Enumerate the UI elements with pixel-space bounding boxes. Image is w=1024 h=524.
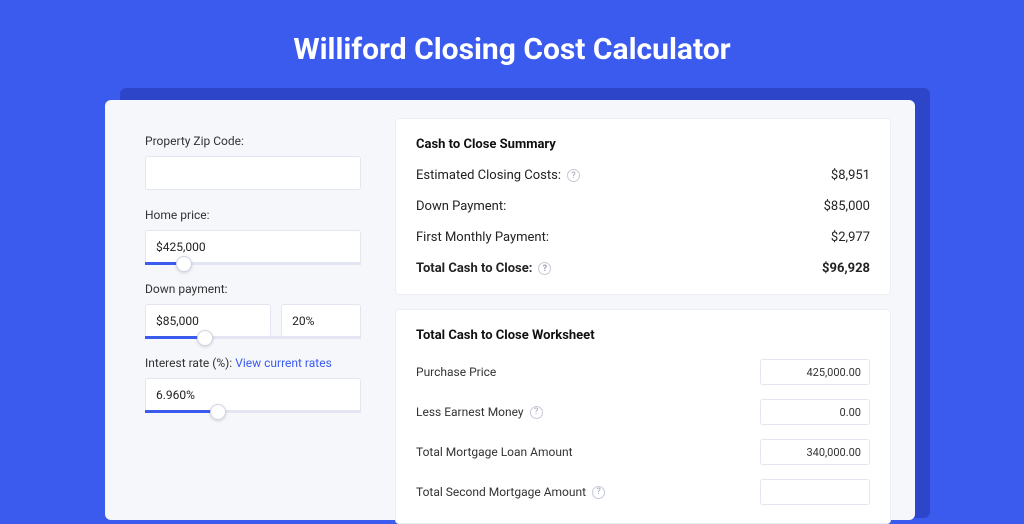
zip-field: Property Zip Code: (145, 134, 361, 190)
slider-fill (145, 410, 218, 413)
help-icon[interactable]: ? (567, 169, 580, 182)
worksheet-input[interactable] (760, 359, 870, 385)
worksheet-row-second-mortgage: Total Second Mortgage Amount ? (416, 479, 870, 505)
down-payment-field: Down payment: (145, 282, 361, 338)
worksheet-label: Purchase Price (416, 365, 496, 379)
summary-value: $85,000 (824, 199, 870, 214)
home-price-label: Home price: (145, 208, 361, 222)
summary-value: $96,928 (822, 261, 870, 276)
worksheet-panel: Total Cash to Close Worksheet Purchase P… (395, 309, 891, 524)
interest-rate-input[interactable] (145, 378, 361, 412)
worksheet-title: Total Cash to Close Worksheet (416, 328, 870, 343)
worksheet-input[interactable] (760, 479, 870, 505)
page-title: Williford Closing Cost Calculator (0, 0, 1024, 67)
home-price-field: Home price: (145, 208, 361, 264)
worksheet-row-loan-amount: Total Mortgage Loan Amount (416, 439, 870, 465)
summary-row-total: Total Cash to Close: ? $96,928 (416, 261, 870, 276)
summary-title: Cash to Close Summary (416, 137, 870, 152)
summary-label: Estimated Closing Costs: (416, 168, 561, 183)
interest-rate-slider[interactable] (145, 378, 361, 412)
summary-panel: Cash to Close Summary Estimated Closing … (395, 118, 891, 295)
slider-thumb[interactable] (176, 256, 192, 272)
down-payment-label: Down payment: (145, 282, 361, 296)
interest-rate-field: Interest rate (%): View current rates (145, 356, 361, 412)
zip-input[interactable] (145, 156, 361, 190)
input-sidebar: Property Zip Code: Home price: Down paym… (105, 100, 385, 520)
home-price-slider[interactable] (145, 230, 361, 264)
worksheet-row-earnest-money: Less Earnest Money ? (416, 399, 870, 425)
worksheet-label: Total Second Mortgage Amount (416, 485, 586, 499)
results-column: Cash to Close Summary Estimated Closing … (385, 100, 915, 520)
interest-rate-label: Interest rate (%): View current rates (145, 356, 361, 370)
zip-label: Property Zip Code: (145, 134, 361, 148)
slider-thumb[interactable] (197, 330, 213, 346)
down-payment-pct-input[interactable] (281, 304, 361, 338)
down-payment-slider[interactable] (145, 304, 361, 338)
slider-thumb[interactable] (210, 404, 226, 420)
help-icon[interactable]: ? (592, 486, 605, 499)
summary-label: Total Cash to Close: (416, 261, 532, 276)
worksheet-label: Less Earnest Money (416, 405, 524, 419)
slider-fill (145, 336, 205, 339)
summary-row-first-payment: First Monthly Payment: $2,977 (416, 230, 870, 245)
help-icon[interactable]: ? (538, 262, 551, 275)
worksheet-label: Total Mortgage Loan Amount (416, 445, 573, 459)
summary-value: $8,951 (831, 168, 870, 183)
worksheet-input[interactable] (760, 439, 870, 465)
calculator-card: Property Zip Code: Home price: Down paym… (105, 100, 915, 520)
help-icon[interactable]: ? (530, 406, 543, 419)
view-rates-link[interactable]: View current rates (235, 356, 332, 370)
summary-label: First Monthly Payment: (416, 230, 549, 245)
worksheet-input[interactable] (760, 399, 870, 425)
summary-row-closing-costs: Estimated Closing Costs: ? $8,951 (416, 168, 870, 183)
interest-rate-label-text: Interest rate (%): (145, 356, 232, 370)
summary-row-down-payment: Down Payment: $85,000 (416, 199, 870, 214)
summary-label: Down Payment: (416, 199, 506, 214)
summary-value: $2,977 (831, 230, 870, 245)
worksheet-row-purchase-price: Purchase Price (416, 359, 870, 385)
